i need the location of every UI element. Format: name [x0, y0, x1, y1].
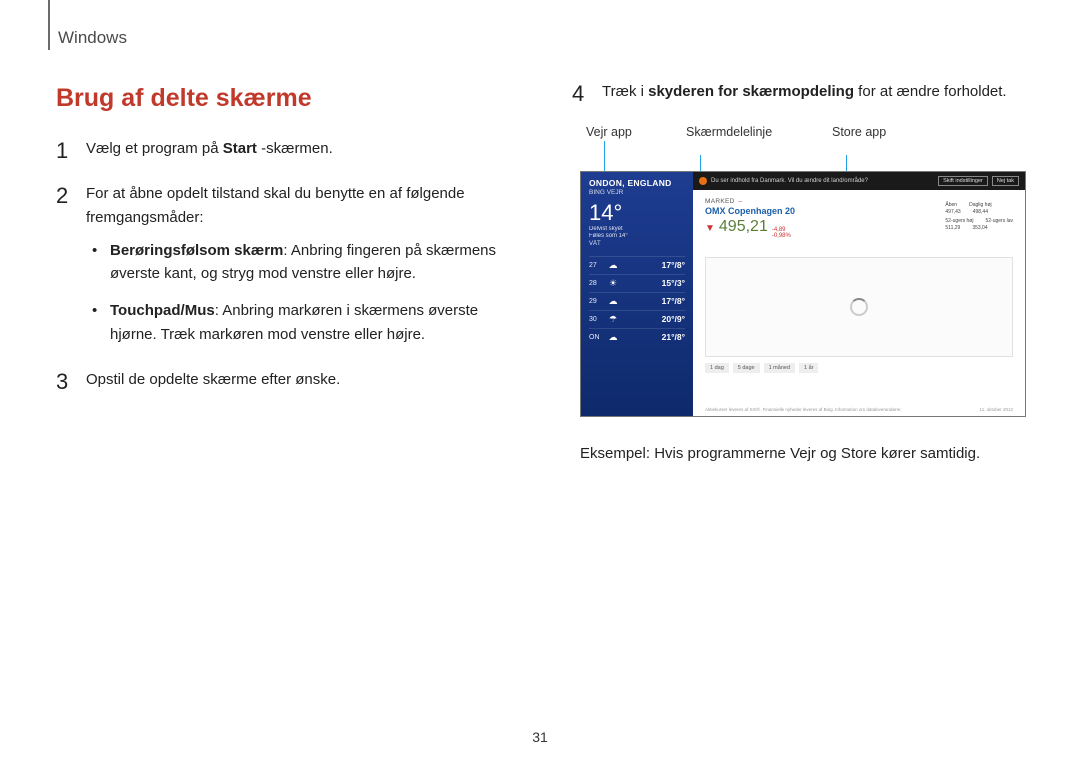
- step-4-tail: for at ændre forholdet.: [854, 83, 1007, 100]
- footer-date: 11. oktober 2012: [980, 407, 1013, 412]
- market-label: MARKED: [705, 198, 735, 205]
- left-column: Brug af delte skærme Vælg et program på …: [56, 80, 524, 466]
- header-divider: [48, 0, 50, 50]
- weather-icon: ☀: [607, 278, 619, 289]
- page-number: 31: [532, 729, 548, 745]
- weather-icon: ☁: [607, 260, 619, 271]
- step-2-bullet-2: Touchpad/Mus: Anbring markøren i skærmen…: [92, 299, 524, 346]
- minus-icon: –: [739, 198, 743, 205]
- no-thanks-button[interactable]: Nej tak: [992, 176, 1019, 186]
- steps-right: Træk i skyderen for skærmopdeling for at…: [572, 80, 1040, 103]
- weather-meta3: VÅT: [589, 241, 685, 248]
- label-divider-line: Skærmdelelinje: [686, 125, 772, 139]
- step-2-text: For at åbne opdelt tilstand skal du beny…: [86, 185, 465, 225]
- weather-icon: ☂: [607, 314, 619, 325]
- weather-sub: BING VEJR: [589, 189, 685, 196]
- example-caption: Eksempel: Hvis programmerne Vejr og Stor…: [580, 443, 1040, 466]
- chart-range-tabs: 1 dag 5 dage 1 måned 1 år: [705, 363, 1013, 373]
- header-title: Windows: [58, 28, 127, 48]
- right-column: Træk i skyderen for skærmopdeling for at…: [572, 80, 1040, 466]
- range-tab[interactable]: 5 dage: [733, 363, 760, 373]
- step-2-b2-bold: Touchpad/Mus: [110, 302, 215, 319]
- label-store-app: Store app: [832, 125, 886, 139]
- weather-meta2: Føles som 14°: [589, 233, 685, 240]
- range-tab[interactable]: 1 måned: [764, 363, 795, 373]
- range-tab[interactable]: 1 dag: [705, 363, 729, 373]
- change-settings-button[interactable]: Skift indstillinger: [938, 176, 988, 186]
- step-2-b1-bold: Berøringsfølsom skærm: [110, 242, 283, 259]
- step-1: Vælg et program på Start -skærmen.: [56, 137, 524, 160]
- step-2-bullet-1: Berøringsfølsom skærm: Anbring fingeren …: [92, 239, 524, 286]
- store-body: MARKED– OMX Copenhagen 20 ▼ 495,21 -4,89…: [693, 190, 1025, 416]
- weather-location: ONDON, ENGLAND: [589, 178, 685, 188]
- section-title: Brug af delte skærme: [56, 84, 524, 113]
- forecast-row: 29☁17°/8°: [589, 292, 685, 310]
- forecast-row: 27☁17°/8°: [589, 256, 685, 274]
- step-3: Opstil de opdelte skærme efter ønske.: [56, 368, 524, 391]
- forecast-list: 27☁17°/8° 28☀15°/3° 29☁17°/8° 30☂20°/9° …: [589, 256, 685, 346]
- step-4-pre: Træk i: [602, 83, 648, 100]
- chart-placeholder: [705, 257, 1013, 357]
- forecast-row: 28☀15°/3°: [589, 274, 685, 292]
- step-1-text-a: Vælg et program på: [86, 140, 223, 157]
- bar-message: Du ser indhold fra Danmark. Vil du ændre…: [711, 178, 868, 184]
- down-arrow-icon: ▼: [705, 223, 715, 234]
- weather-icon: ☁: [607, 332, 619, 343]
- step-1-bold: Start: [223, 140, 257, 157]
- step-3-text: Opstil de opdelte skærme efter ønske.: [86, 371, 340, 388]
- forecast-row: 30☂20°/9°: [589, 310, 685, 328]
- step-4-bold: skyderen for skærmopdeling: [648, 83, 854, 100]
- footer-note: Aktiekurser leveres af SIX®. Finansielle…: [705, 407, 902, 412]
- screenshot-labels: Vejr app Skærmdelelinje Store app: [580, 125, 1040, 171]
- steps-left: Vælg et program på Start -skærmen. For a…: [56, 137, 524, 391]
- side-stats: ÅbenDaglig høj 497,43498,44 52-ugers høj…: [945, 202, 1013, 231]
- step-4: Træk i skyderen for skærmopdeling for at…: [572, 80, 1040, 103]
- delta-pct: -0,98%: [772, 233, 791, 239]
- step-2: For at åbne opdelt tilstand skal du beny…: [56, 182, 524, 346]
- price-value: 495,21: [719, 218, 768, 236]
- weather-temp: 14°: [589, 200, 685, 226]
- step-1-text-b: -skærmen.: [257, 140, 333, 157]
- split-screen-demo: ONDON, ENGLAND BING VEJR 14° Delvist sky…: [580, 171, 1026, 417]
- weather-pane: ONDON, ENGLAND BING VEJR 14° Delvist sky…: [581, 172, 693, 416]
- store-pane: Du ser indhold fra Danmark. Vil du ændre…: [693, 172, 1025, 416]
- store-top-bar: Du ser indhold fra Danmark. Vil du ændre…: [693, 172, 1025, 190]
- forecast-row: ON☁21°/8°: [589, 328, 685, 346]
- warning-icon: [699, 177, 707, 185]
- label-weather-app: Vejr app: [586, 125, 632, 139]
- weather-meta1: Delvist skyet: [589, 226, 685, 233]
- weather-icon: ☁: [607, 296, 619, 307]
- range-tab[interactable]: 1 år: [799, 363, 818, 373]
